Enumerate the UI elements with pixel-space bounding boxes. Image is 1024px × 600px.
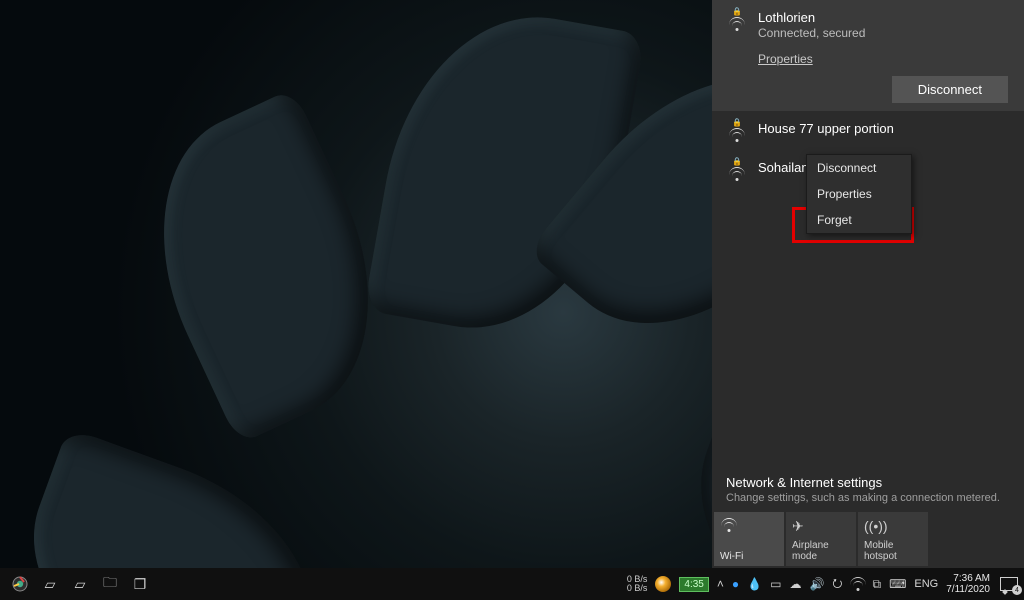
tile-label: Airplane mode [792, 540, 850, 562]
dropbox-icon[interactable]: ⧉ [873, 577, 882, 592]
droplet-icon[interactable]: 💧 [747, 577, 762, 591]
hotspot-icon: ((•)) [864, 518, 922, 536]
action-center-icon[interactable]: 4 [1000, 577, 1018, 591]
volume-icon[interactable]: 🔊 [809, 577, 824, 591]
net-speed-indicator: 0 B/s 0 B/s [627, 575, 648, 593]
language-indicator[interactable]: ENG [914, 578, 938, 590]
terminal-icon[interactable]: ❐ [130, 574, 150, 594]
timer-badge[interactable]: 4:35 [679, 577, 708, 592]
chrome-icon[interactable] [10, 574, 30, 594]
tile-label: Mobile hotspot [864, 540, 922, 562]
network-item[interactable]: 🔒 House 77 upper portion [712, 111, 1024, 150]
disconnect-button[interactable]: Disconnect [892, 76, 1008, 103]
network-context-menu: Disconnect Properties Forget [806, 154, 912, 234]
settings-subtext: Change settings, such as making a connec… [712, 492, 1024, 512]
wifi-icon [720, 518, 778, 536]
wifi-tray-icon[interactable] [851, 577, 865, 591]
tile-hotspot[interactable]: ((•)) Mobile hotspot [858, 512, 928, 566]
skype-icon[interactable]: ● [732, 577, 739, 591]
wifi-secured-icon: 🔒 [726, 10, 748, 31]
quick-action-tiles: Wi-Fi ✈ Airplane mode ((•)) Mobile hotsp… [712, 512, 1024, 568]
keyboard-icon[interactable]: ⌨ [889, 577, 906, 591]
network-name: House 77 upper portion [758, 121, 1010, 136]
flyout-footer: Network & Internet settings Change setti… [712, 467, 1024, 568]
onedrive-icon[interactable]: ☁ [789, 577, 801, 591]
drive-icon[interactable]: ▱ [70, 574, 90, 594]
battery-icon[interactable]: ▭ [770, 577, 781, 591]
network-name: Lothlorien [758, 10, 1010, 25]
network-status: Connected, secured [758, 26, 1010, 40]
ctx-disconnect[interactable]: Disconnect [807, 155, 911, 181]
tile-label: Wi-Fi [720, 551, 778, 562]
taskbar-clock[interactable]: 7:36 AM 7/11/2020 [946, 573, 992, 595]
ctx-forget[interactable]: Forget [807, 207, 911, 233]
network-flyout: 🔒 Lothlorien Connected, secured Properti… [712, 0, 1024, 568]
ctx-properties[interactable]: Properties [807, 181, 911, 207]
wifi-secured-icon: 🔒 [726, 160, 748, 181]
updates-icon[interactable]: ⭮ [832, 574, 842, 595]
tile-airplane[interactable]: ✈ Airplane mode [786, 512, 856, 566]
file-explorer-icon[interactable]: 🗀 [100, 574, 120, 594]
taskbar: ▱ ▱ 🗀 ❐ 0 B/s 0 B/s 4:35 ˄ ● 💧 ▭ ☁ 🔊 ⭮ ⧉… [0, 568, 1024, 600]
drive-icon[interactable]: ▱ [40, 574, 60, 594]
tile-wifi[interactable]: Wi-Fi [714, 512, 784, 566]
airplane-icon: ✈ [792, 518, 850, 536]
network-item-connected[interactable]: 🔒 Lothlorien Connected, secured Properti… [712, 0, 1024, 111]
tray-chevron-icon[interactable]: ˄ [717, 577, 724, 591]
pie-usage-icon[interactable] [655, 576, 671, 592]
settings-link[interactable]: Network & Internet settings [712, 467, 1024, 492]
properties-link[interactable]: Properties [758, 52, 813, 66]
wifi-secured-icon: 🔒 [726, 121, 748, 142]
